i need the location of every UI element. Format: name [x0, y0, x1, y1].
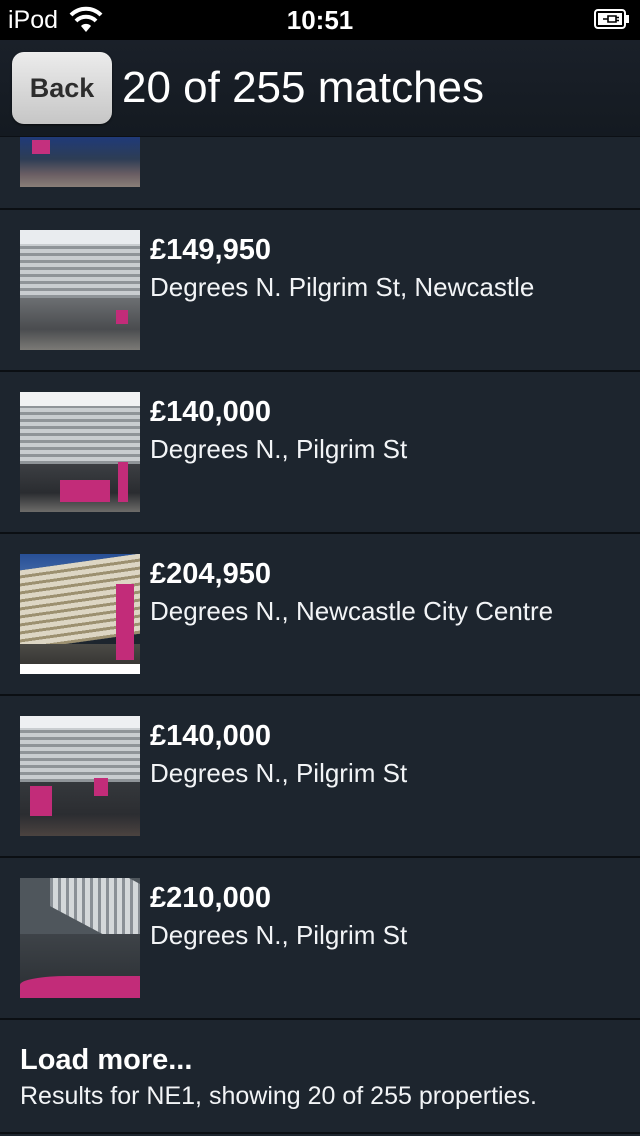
list-item[interactable]: £140,000 Degrees N., Pilgrim St	[0, 696, 640, 858]
list-item-partial[interactable]	[0, 136, 640, 210]
navigation-bar: Back 20 of 255 matches	[0, 40, 640, 137]
status-time: 10:51	[286, 5, 354, 35]
list-item[interactable]: £204,950 Degrees N., Newcastle City Cent…	[0, 534, 640, 696]
load-more-subtitle: Results for NE1, showing 20 of 255 prope…	[20, 1082, 537, 1110]
listing-price: £210,000	[150, 882, 271, 914]
listing-address: Degrees N. Pilgrim St, Newcastle	[150, 272, 535, 302]
listing-price: £149,950	[150, 234, 271, 266]
listing-thumbnail	[20, 554, 140, 674]
listing-thumbnail	[20, 716, 140, 836]
listing-thumbnail	[20, 878, 140, 998]
listing-address: Degrees N., Pilgrim St	[150, 920, 408, 950]
back-button[interactable]: Back	[12, 52, 112, 124]
list-item[interactable]: £210,000 Degrees N., Pilgrim St	[0, 858, 640, 1020]
page-title: 20 of 255 matches	[122, 63, 485, 112]
listing-thumbnail	[20, 136, 140, 187]
results-list[interactable]: £149,950 Degrees N. Pilgrim St, Newcastl…	[0, 136, 640, 1134]
listing-thumbnail	[20, 230, 140, 350]
listing-price: £140,000	[150, 720, 271, 752]
load-more-title: Load more...	[20, 1044, 193, 1076]
status-bar: iPod 10:51	[0, 0, 640, 40]
list-item[interactable]: £149,950 Degrees N. Pilgrim St, Newcastl…	[0, 210, 640, 372]
load-more-button[interactable]: Load more... Results for NE1, showing 20…	[0, 1020, 640, 1134]
battery-charging-icon	[594, 9, 629, 29]
listing-address: Degrees N., Pilgrim St	[150, 434, 408, 464]
listing-address: Degrees N., Pilgrim St	[150, 758, 408, 788]
list-item[interactable]: £140,000 Degrees N., Pilgrim St	[0, 372, 640, 534]
listing-address: Degrees N., Newcastle City Centre	[150, 596, 554, 626]
listing-price: £204,950	[150, 558, 271, 590]
listing-price: £140,000	[150, 396, 271, 428]
listing-thumbnail	[20, 392, 140, 512]
